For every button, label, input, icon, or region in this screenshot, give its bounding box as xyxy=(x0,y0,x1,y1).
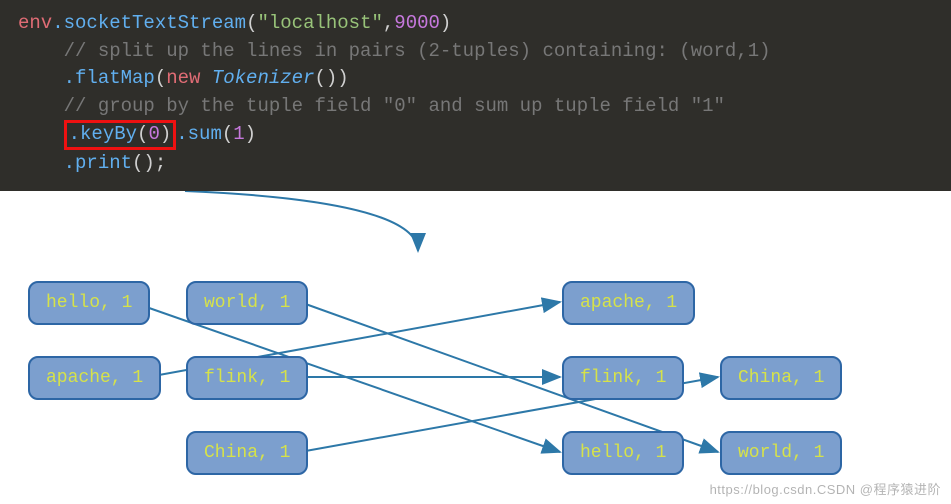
keyby-highlight-box: .keyBy(0) xyxy=(64,120,177,150)
token-punct: ) xyxy=(160,123,171,145)
token-punct: ()) xyxy=(314,67,348,89)
token-method: .flatMap xyxy=(64,67,155,89)
token-punct: ) xyxy=(440,12,451,34)
token-comment: // group by the tuple field "0" and sum … xyxy=(64,95,725,117)
token-punct: (); xyxy=(132,152,166,174)
input-tuple-pill: China, 1 xyxy=(186,431,308,475)
code-line-5: .keyBy(0).sum(1) xyxy=(18,120,933,150)
token-punct: ( xyxy=(137,123,148,145)
input-tuple-pill: flink, 1 xyxy=(186,356,308,400)
output-tuple-pill: China, 1 xyxy=(720,356,842,400)
token-comment: // split up the lines in pairs (2-tuples… xyxy=(64,40,771,62)
token-number: 0 xyxy=(148,123,159,145)
token-punct: , xyxy=(383,12,394,34)
token-method: .keyBy xyxy=(69,123,137,145)
token-punct: ( xyxy=(246,12,257,34)
watermark: https://blog.csdn.CSDN @程序猿进阶 xyxy=(710,479,941,498)
token-method: .socketTextStream xyxy=(52,12,246,34)
input-tuple-pill: world, 1 xyxy=(186,281,308,325)
code-line-2: // split up the lines in pairs (2-tuples… xyxy=(18,38,933,66)
output-tuple-pill: world, 1 xyxy=(720,431,842,475)
token-method: .sum xyxy=(176,123,222,145)
code-line-3: .flatMap(new Tokenizer()) xyxy=(18,65,933,93)
diagram-area: hello, 1 world, 1 apache, 1 flink, 1 China, … xyxy=(0,191,951,491)
token-method: .print xyxy=(64,152,132,174)
input-tuple-pill: hello, 1 xyxy=(28,281,150,325)
code-block: env.socketTextStream("localhost",9000) /… xyxy=(0,0,951,191)
token-variable: env xyxy=(18,12,52,34)
token-keyword: new xyxy=(166,67,212,89)
code-line-4: // group by the tuple field "0" and sum … xyxy=(18,93,933,121)
token-punct: ( xyxy=(155,67,166,89)
input-tuple-pill: apache, 1 xyxy=(28,356,161,400)
pointer-curve xyxy=(185,191,418,251)
token-type: Tokenizer xyxy=(212,67,315,89)
token-punct: ( xyxy=(222,123,233,145)
output-tuple-pill: hello, 1 xyxy=(562,431,684,475)
token-string: "localhost" xyxy=(257,12,382,34)
token-number: 9000 xyxy=(394,12,440,34)
code-line-6: .print(); xyxy=(18,150,933,178)
output-tuple-pill: flink, 1 xyxy=(562,356,684,400)
token-number: 1 xyxy=(233,123,244,145)
output-tuple-pill: apache, 1 xyxy=(562,281,695,325)
code-line-1: env.socketTextStream("localhost",9000) xyxy=(18,10,933,38)
token-punct: ) xyxy=(245,123,256,145)
